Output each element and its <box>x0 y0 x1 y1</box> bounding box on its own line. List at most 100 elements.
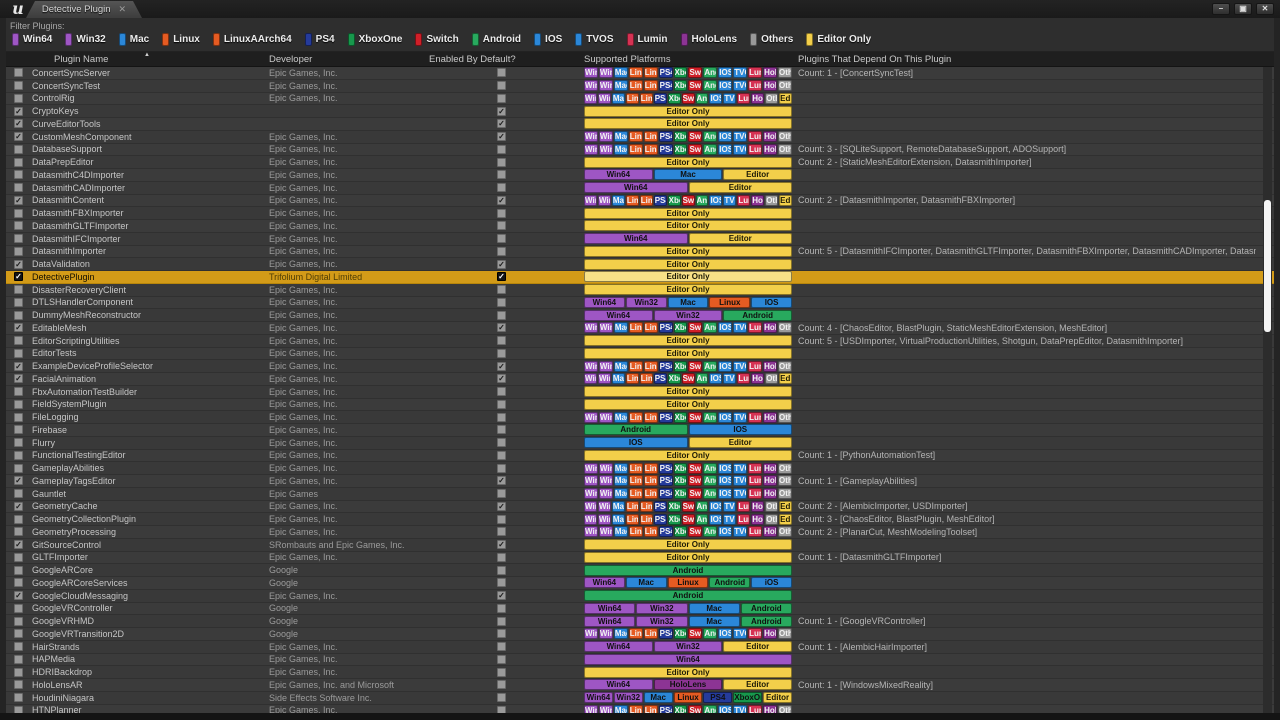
plugin-checkbox[interactable] <box>14 451 23 460</box>
table-row[interactable]: EditorTests Epic Games, Inc. Editor Only <box>6 348 1274 361</box>
plugin-checkbox[interactable] <box>14 285 23 294</box>
plugin-checkbox[interactable] <box>14 81 23 90</box>
enabled-by-default-checkbox[interactable]: ✓ <box>497 362 506 371</box>
enabled-by-default-checkbox[interactable]: ✓ <box>497 196 506 205</box>
platform-filter-chip-android[interactable]: Android <box>472 33 521 46</box>
enabled-by-default-checkbox[interactable] <box>497 604 506 613</box>
plugin-checkbox[interactable] <box>14 464 23 473</box>
table-row[interactable]: HAPMedia Epic Games, Inc. Win64 <box>6 654 1274 667</box>
plugin-checkbox[interactable]: ✓ <box>14 362 23 371</box>
plugin-checkbox[interactable] <box>14 221 23 230</box>
table-row[interactable]: Gauntlet Epic Games Win64Win32MacLinuxLi… <box>6 488 1274 501</box>
plugin-checkbox[interactable] <box>14 489 23 498</box>
plugin-checkbox[interactable]: ✓ <box>14 119 23 128</box>
enabled-by-default-checkbox[interactable] <box>497 221 506 230</box>
enabled-by-default-checkbox[interactable] <box>497 413 506 422</box>
enabled-by-default-checkbox[interactable]: ✓ <box>497 540 506 549</box>
enabled-by-default-checkbox[interactable] <box>497 655 506 664</box>
plugin-checkbox[interactable] <box>14 617 23 626</box>
enabled-by-default-checkbox[interactable] <box>497 298 506 307</box>
table-row[interactable]: GameplayAbilities Epic Games, Inc. Win64… <box>6 462 1274 475</box>
table-row[interactable]: GoogleARCore Google Android <box>6 564 1274 577</box>
table-row[interactable]: GoogleVRHMD Google Win64Win32MacAndroid … <box>6 615 1274 628</box>
enabled-by-default-checkbox[interactable]: ✓ <box>497 476 506 485</box>
enabled-by-default-checkbox[interactable] <box>497 158 506 167</box>
plugin-checkbox[interactable] <box>14 158 23 167</box>
enabled-by-default-checkbox[interactable] <box>497 668 506 677</box>
table-row[interactable]: HoudiniNiagara Side Effects Software Inc… <box>6 692 1274 705</box>
table-row[interactable]: GeometryCollectionPlugin Epic Games, Inc… <box>6 513 1274 526</box>
table-row[interactable]: HDRIBackdrop Epic Games, Inc. Editor Onl… <box>6 666 1274 679</box>
table-row[interactable]: FieldSystemPlugin Epic Games, Inc. Edito… <box>6 399 1274 412</box>
plugin-checkbox[interactable] <box>14 247 23 256</box>
table-row[interactable]: ✓ FacialAnimation Epic Games, Inc. ✓ Win… <box>6 373 1274 386</box>
table-row[interactable]: ConcertSyncTest Epic Games, Inc. Win64Wi… <box>6 80 1274 93</box>
table-row[interactable]: ✓ EditableMesh Epic Games, Inc. ✓ Win64W… <box>6 322 1274 335</box>
column-header-enabled[interactable]: Enabled By Default? <box>429 54 584 65</box>
table-row[interactable]: DatasmithIFCImporter Epic Games, Inc. Wi… <box>6 233 1274 246</box>
plugin-checkbox[interactable] <box>14 209 23 218</box>
platform-filter-chip-ios[interactable]: IOS <box>534 33 562 46</box>
platform-filter-chip-linux[interactable]: Linux <box>162 33 200 46</box>
tab-close-icon[interactable]: ✕ <box>119 4 127 15</box>
table-row[interactable]: DatasmithC4DImporter Epic Games, Inc. Wi… <box>6 169 1274 182</box>
plugin-checkbox[interactable]: ✓ <box>14 272 23 281</box>
platform-filter-chip-editor-only[interactable]: Editor Only <box>806 33 871 46</box>
enabled-by-default-checkbox[interactable] <box>497 387 506 396</box>
enabled-by-default-checkbox[interactable] <box>497 247 506 256</box>
table-row[interactable]: DTLSHandlerComponent Epic Games, Inc. Wi… <box>6 297 1274 310</box>
plugin-checkbox[interactable] <box>14 515 23 524</box>
table-row[interactable]: DatasmithCADImporter Epic Games, Inc. Wi… <box>6 182 1274 195</box>
column-header-plugin-name[interactable]: Plugin Name <box>14 54 269 65</box>
table-row[interactable]: HairStrands Epic Games, Inc. Win64Win32E… <box>6 641 1274 654</box>
vertical-scrollbar[interactable] <box>1263 67 1272 713</box>
plugin-checkbox[interactable]: ✓ <box>14 260 23 269</box>
enabled-by-default-checkbox[interactable] <box>497 527 506 536</box>
enabled-by-default-checkbox[interactable]: ✓ <box>497 272 506 281</box>
enabled-by-default-checkbox[interactable] <box>497 209 506 218</box>
table-row[interactable]: ✓ GeometryCache Epic Games, Inc. ✓ Win64… <box>6 501 1274 514</box>
plugin-checkbox[interactable] <box>14 527 23 536</box>
table-row[interactable]: ✓ ExampleDeviceProfileSelector Epic Game… <box>6 360 1274 373</box>
enabled-by-default-checkbox[interactable] <box>497 234 506 243</box>
enabled-by-default-checkbox[interactable] <box>497 489 506 498</box>
enabled-by-default-checkbox[interactable] <box>497 642 506 651</box>
table-row[interactable]: DummyMeshReconstructor Epic Games, Inc. … <box>6 309 1274 322</box>
plugin-checkbox[interactable] <box>14 145 23 154</box>
enabled-by-default-checkbox[interactable] <box>497 425 506 434</box>
table-row[interactable]: DatasmithFBXImporter Epic Games, Inc. Ed… <box>6 207 1274 220</box>
table-row[interactable]: ✓ GitSourceControl SRombauts and Epic Ga… <box>6 539 1274 552</box>
platform-filter-chip-switch[interactable]: Switch <box>415 33 458 46</box>
table-row[interactable]: DatasmithImporter Epic Games, Inc. Edito… <box>6 246 1274 259</box>
plugin-checkbox[interactable] <box>14 629 23 638</box>
enabled-by-default-checkbox[interactable] <box>497 68 506 77</box>
table-row[interactable]: DisasterRecoveryClient Epic Games, Inc. … <box>6 284 1274 297</box>
plugin-checkbox[interactable] <box>14 642 23 651</box>
plugin-checkbox[interactable]: ✓ <box>14 591 23 600</box>
enabled-by-default-checkbox[interactable] <box>497 170 506 179</box>
plugin-checkbox[interactable]: ✓ <box>14 540 23 549</box>
plugin-checkbox[interactable] <box>14 94 23 103</box>
enabled-by-default-checkbox[interactable]: ✓ <box>497 132 506 141</box>
enabled-by-default-checkbox[interactable] <box>497 629 506 638</box>
enabled-by-default-checkbox[interactable] <box>497 145 506 154</box>
platform-filter-chip-ps4[interactable]: PS4 <box>305 33 335 46</box>
enabled-by-default-checkbox[interactable] <box>497 400 506 409</box>
enabled-by-default-checkbox[interactable] <box>497 183 506 192</box>
enabled-by-default-checkbox[interactable]: ✓ <box>497 502 506 511</box>
enabled-by-default-checkbox[interactable] <box>497 578 506 587</box>
plugin-checkbox[interactable]: ✓ <box>14 196 23 205</box>
enabled-by-default-checkbox[interactable] <box>497 680 506 689</box>
platform-filter-chip-lumin[interactable]: Lumin <box>627 33 668 46</box>
enabled-by-default-checkbox[interactable] <box>497 81 506 90</box>
table-row[interactable]: ✓ CurveEditorTools ✓ Editor Only <box>6 118 1274 131</box>
column-header-platforms[interactable]: Supported Platforms <box>584 54 792 65</box>
enabled-by-default-checkbox[interactable] <box>497 349 506 358</box>
plugin-checkbox[interactable] <box>14 387 23 396</box>
plugin-checkbox[interactable]: ✓ <box>14 132 23 141</box>
plugin-checkbox[interactable] <box>14 336 23 345</box>
plugin-checkbox[interactable]: ✓ <box>14 476 23 485</box>
maximize-button[interactable]: ▣ <box>1234 3 1252 15</box>
plugin-checkbox[interactable]: ✓ <box>14 107 23 116</box>
plugin-checkbox[interactable] <box>14 311 23 320</box>
